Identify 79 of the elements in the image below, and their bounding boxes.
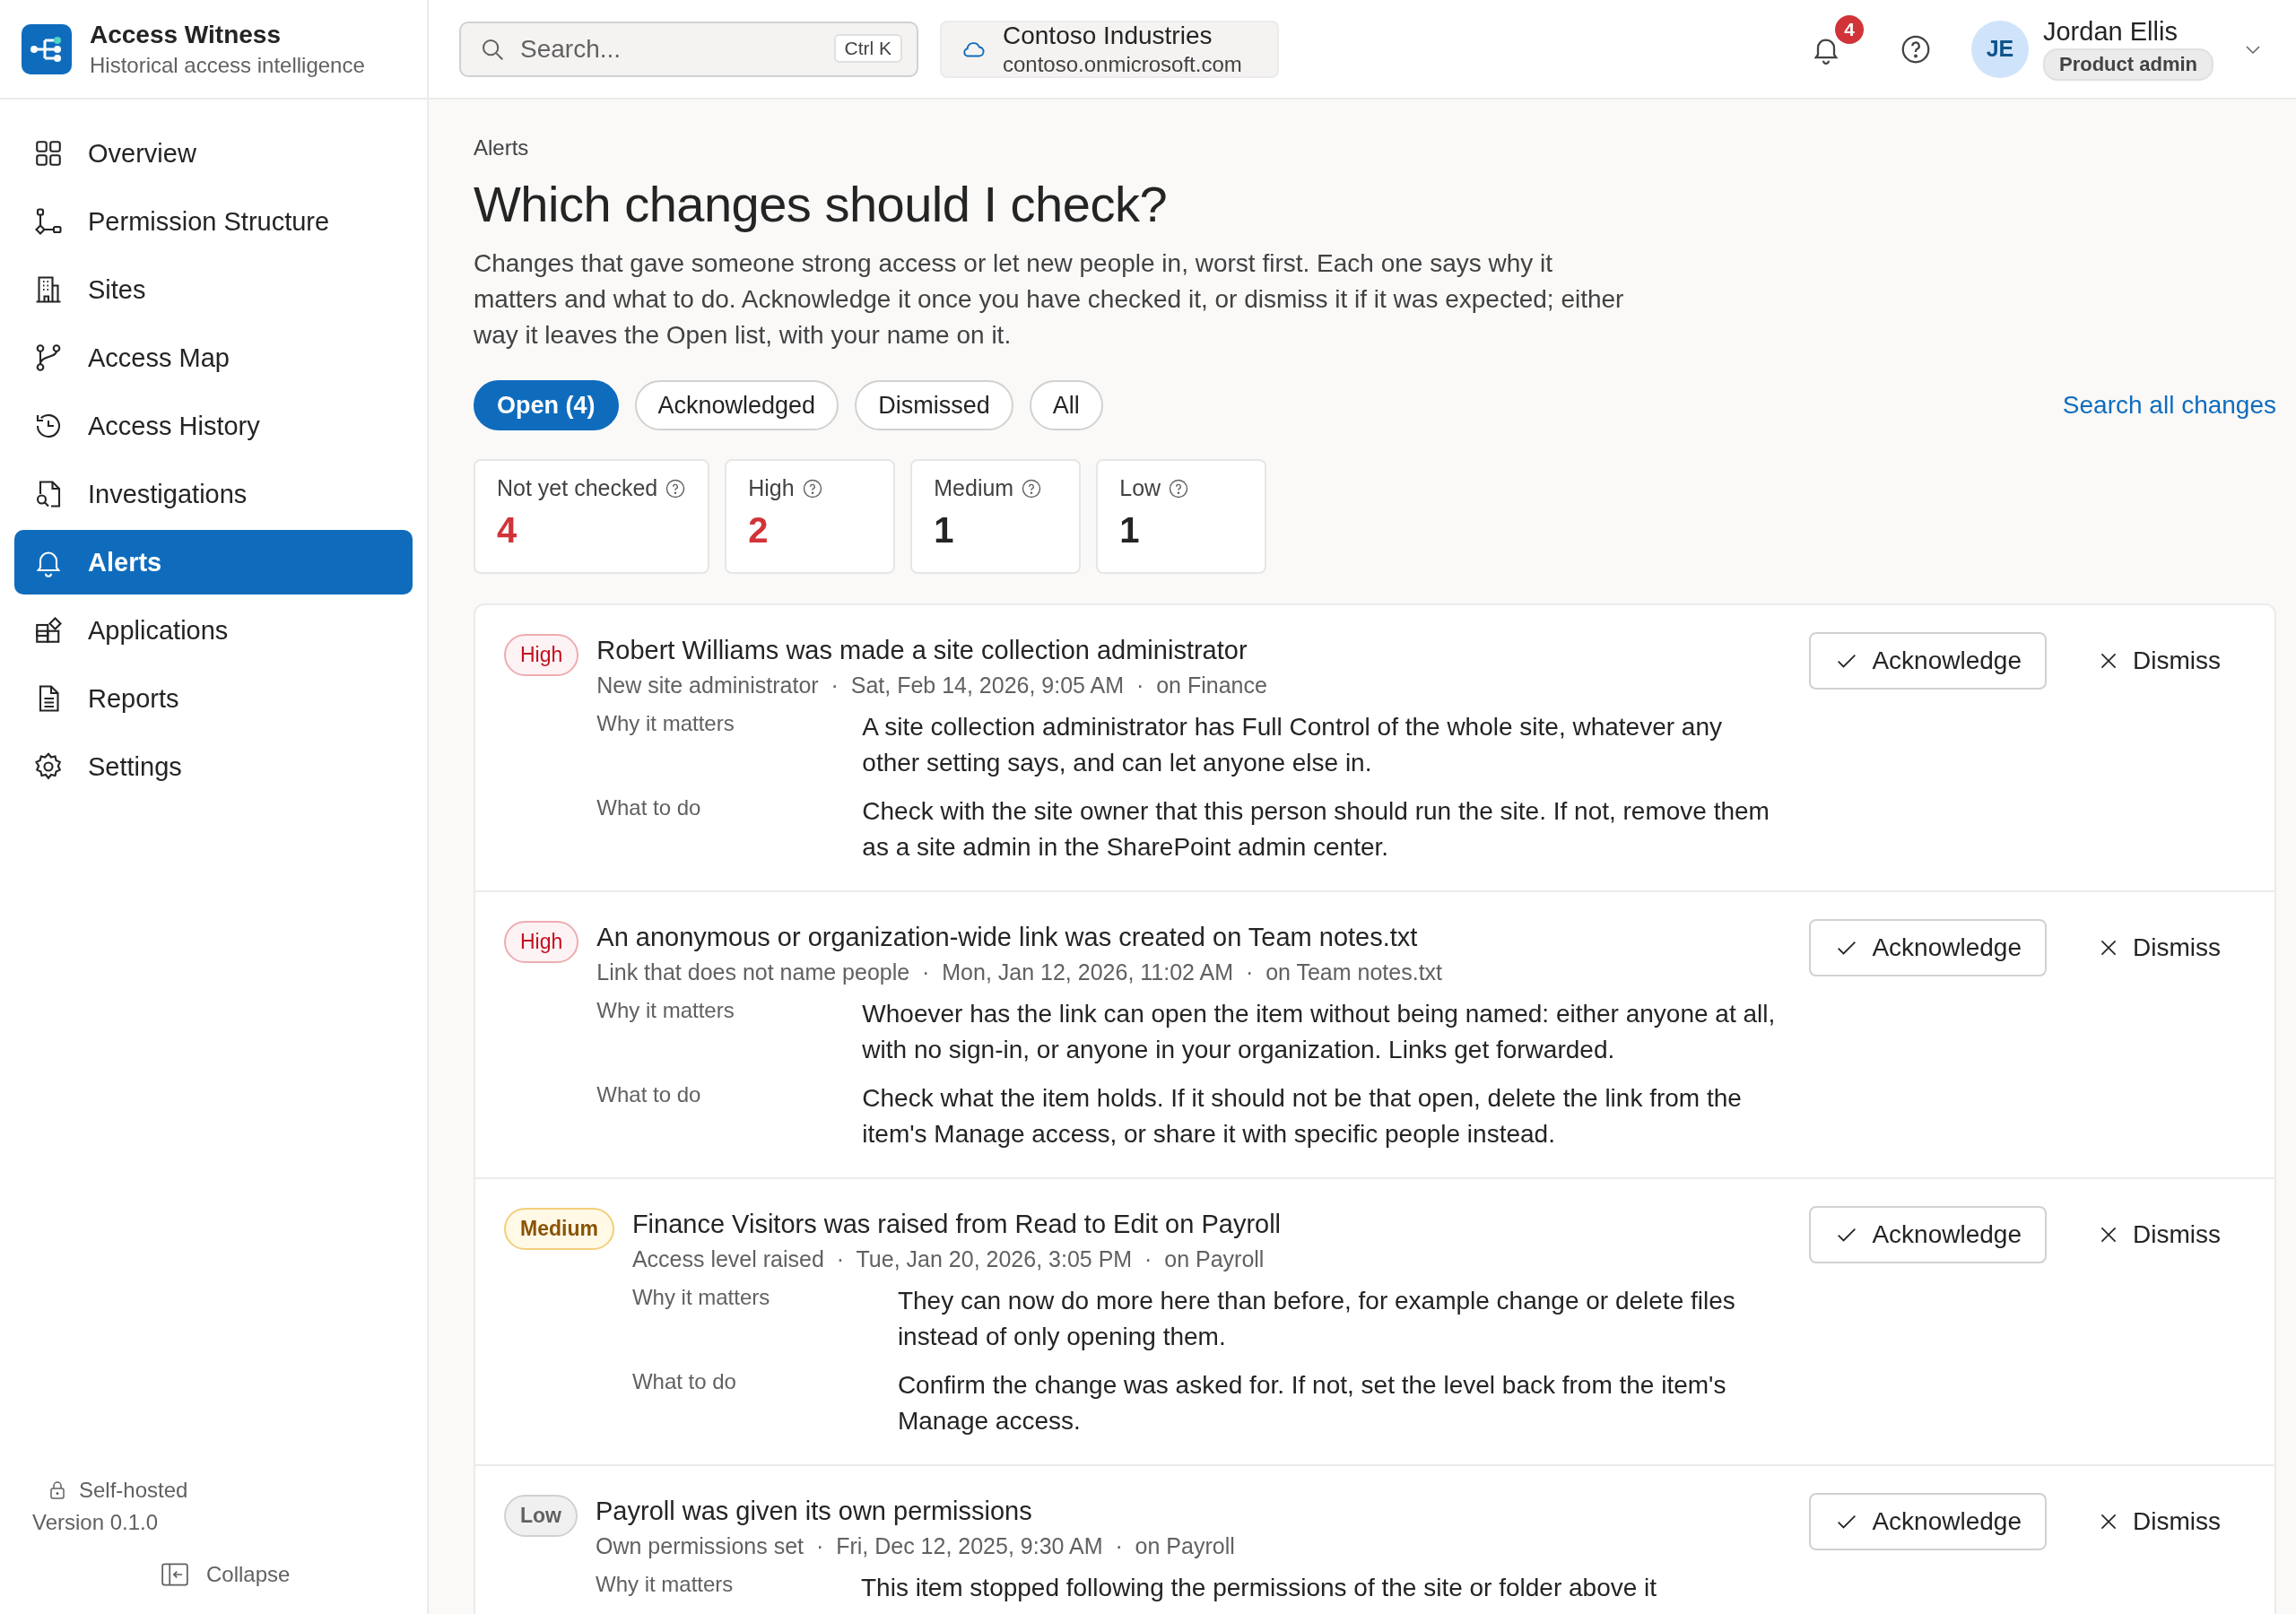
nav-item[interactable]: Settings [14,734,413,799]
app-name: Access Witness [90,20,282,49]
detail-text: Check what the item holds. If it should not be that open, delete the link from the item's Manage access, or share it with specific people instead. [862,1083,1743,1150]
detail-text: They can now do more here than before, for example change or delete files instead of only opening them. [897,1286,1736,1352]
filter-tab[interactable]: Acknowledged [634,380,839,430]
alert-meta: Link that does not name people · Mon, Jan 12, 2026, 11:02 AM · on Team notes.txt [596,959,1444,985]
help-icon[interactable] [665,477,687,499]
detail-label: What to do [631,1368,737,1395]
collapse-button[interactable]: Collapse [158,1558,294,1591]
stat-label: Medium [934,475,1014,501]
severity-badge: Low [504,1495,578,1537]
version-label: Version 0.1.0 [32,1510,160,1535]
acknowledge-button[interactable]: Acknowledge [1809,1493,2047,1550]
help-icon[interactable] [1168,477,1190,499]
logo-icon [22,23,72,74]
alert-meta: New site administrator · Sat, Feb 14, 2026, 9:05 AM · on Finance [596,672,1268,699]
filter-tab[interactable]: Open (4) [474,380,619,430]
stat-label: Not yet checked [497,475,658,501]
tenant-name: Contoso Industries [1003,21,1213,50]
filter-tab[interactable]: Dismissed [855,380,1013,430]
stat-value: 2 [748,510,770,551]
hosting-label: Self-hosted [79,1478,188,1503]
user-avatar[interactable]: JE [1971,20,2029,78]
stat-label: Low [1119,475,1161,501]
detail-text: This item stopped following the permissions of the site or folder above it [861,1573,1658,1603]
detail-label: What to do [596,794,702,821]
sidebar-collapse-icon [161,1563,188,1586]
detail-text: A site collection administrator has Full Control of the whole site, whatever any other setting says, and can let anyone else in. [862,712,1723,778]
nav-item[interactable]: Investigations [14,462,413,526]
help-icon[interactable] [1021,477,1043,499]
stat-value: 4 [497,510,518,551]
nav-item[interactable]: Sites [14,257,413,322]
tenant-domain: contoso.onmicrosoft.com [1003,51,1242,77]
filter-tab[interactable]: All [1029,380,1103,430]
detail-label: Why it matters [596,997,735,1024]
detail-label: Why it matters [596,1571,735,1598]
acknowledge-button[interactable]: Acknowledge [1809,919,2047,976]
acknowledge-button[interactable]: Acknowledge [1809,632,2047,690]
alert-meta: Access level raised · Tue, Jan 20, 2026, 3:05 PM · on Payroll [631,1246,1265,1272]
help-icon[interactable] [801,477,823,499]
detail-label: What to do [596,1081,702,1108]
detail-text: Check with the site owner that this person should run the site. If not, remove them as a site admin in the SharePoint admin center. [862,796,1770,863]
shortcut-hint: Ctrl K [833,33,902,63]
nav-item[interactable]: Permission Structure [14,189,413,254]
dismiss-button[interactable]: Dismiss [2074,632,2244,690]
stat-value: 1 [934,510,955,551]
alert-meta: Own permissions set · Fri, Dec 12, 2025, 9:30 AM · on Payroll [596,1533,1236,1559]
dismiss-button[interactable]: Dismiss [2074,1493,2244,1550]
nav-item[interactable]: Applications [14,598,413,663]
search-all-link[interactable]: Search all changes [2062,391,2276,420]
nav-item[interactable]: Access History [14,394,413,458]
nav-item[interactable]: Reports [14,666,413,731]
alert-title: Payroll was given its own permissions [596,1497,1033,1526]
stat-value: 1 [1119,510,1141,551]
app-tagline: Historical access intelligence [90,52,365,78]
severity-badge: Medium [504,1208,614,1250]
dismiss-button[interactable]: Dismiss [2074,919,2244,976]
alert-title: Finance Visitors was raised from Read to Edit on Payroll [631,1210,1283,1239]
page-description: Changes that gave someone strong access or let new people in, worst first. Each one says why it matters and what to do. Acknowledge it once you have checked it, or dismiss it if it was expected; either way it leaves the Open list, with your name on it. [474,248,1625,351]
detail-text: Confirm the change was asked for. If not, set the level back from the item's Manage access. [897,1370,1727,1436]
dismiss-button[interactable]: Dismiss [2074,1206,2244,1263]
severity-badge: High [504,921,579,963]
detail-text: Whoever has the link can open the item without being named: either anyone at all, with no sign-in, or anyone in your organization. Links get forwarded. [862,999,1777,1065]
user-name: Jordan Ellis [2043,17,2179,47]
acknowledge-button[interactable]: Acknowledge [1809,1206,2047,1263]
stat-label: High [748,475,795,501]
tenant-switcher[interactable]: Contoso Industries contoso.onmicrosoft.com [940,20,1279,78]
role-badge: Product admin [2043,48,2213,81]
alert-title: Robert Williams was made a site collection administrator [596,636,1248,665]
nav-item[interactable]: Alerts [14,530,413,594]
detail-label: Why it matters [631,1284,771,1311]
page-title: Which changes should I check? [474,175,1169,233]
nav-item[interactable]: Overview [14,121,413,186]
severity-badge: High [504,634,579,676]
breadcrumb: Alerts [474,135,530,161]
notification-count: 4 [1835,14,1864,44]
nav-item[interactable]: Access Map [14,325,413,390]
alert-title: An anonymous or organization-wide link was created on Team notes.txt [596,923,1419,952]
detail-label: Why it matters [596,710,735,737]
